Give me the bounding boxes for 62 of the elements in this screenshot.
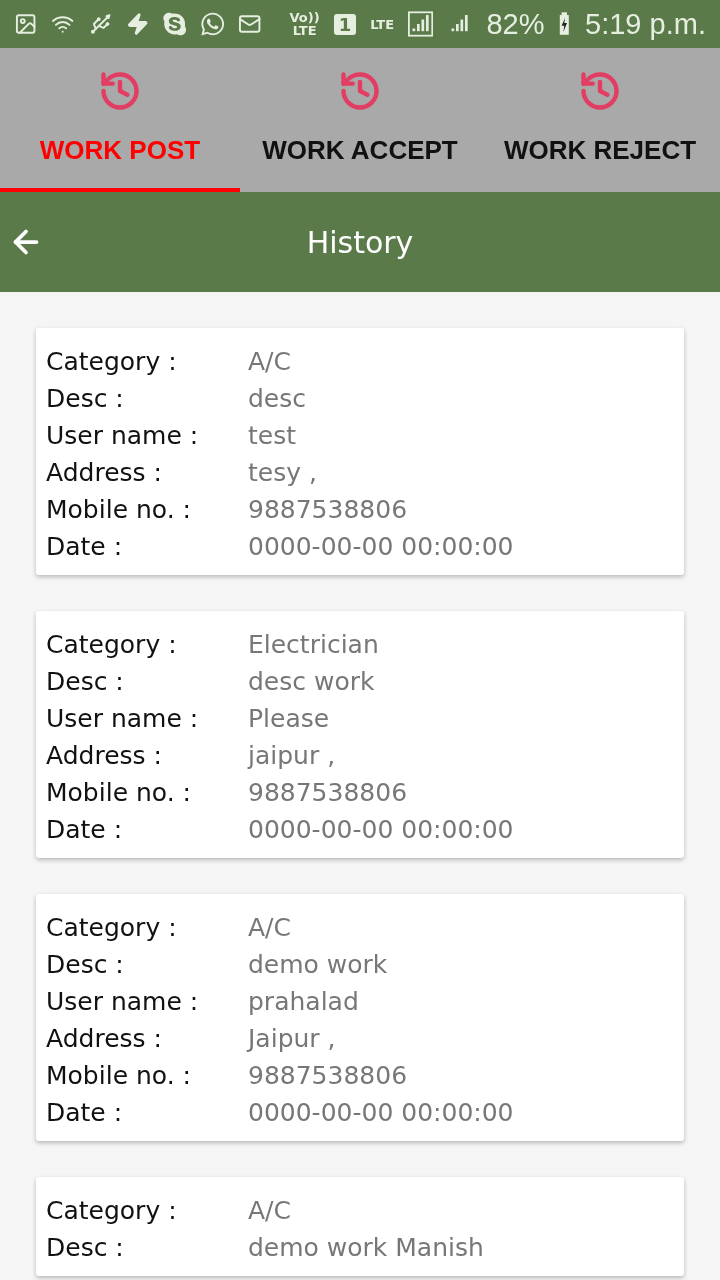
field-label: Address : (46, 1024, 163, 1053)
history-icon (338, 69, 382, 113)
image-icon (14, 11, 38, 37)
field-label: Desc : (46, 384, 125, 413)
field-value: desc work (248, 667, 375, 696)
field-value: 9887538806 (248, 495, 408, 524)
tab[interactable]: WORK REJECT (480, 48, 720, 192)
field-value: 0000-00-00 00:00:00 (248, 1098, 514, 1127)
toolbar-title: History (306, 224, 414, 260)
field-value: prahalad (248, 987, 359, 1016)
clock-time: 5:19 p.m. (585, 7, 706, 41)
field-value: A/C (248, 1196, 291, 1225)
skype-icon (163, 11, 187, 37)
field-label: Address : (46, 741, 163, 770)
field-value: 9887538806 (248, 778, 408, 807)
field-label: User name : (46, 704, 200, 733)
network-type: LTE (370, 17, 395, 31)
signal-icon (408, 10, 434, 38)
field-label: Address : (46, 458, 163, 487)
history-card[interactable]: Category : A/C Desc : demo work Manish (36, 1177, 684, 1276)
battery-percent: 82% (486, 7, 545, 41)
field-label: Date : (46, 1098, 124, 1127)
history-icon (578, 69, 622, 113)
field-label: Category : (46, 913, 178, 942)
field-label: Date : (46, 532, 124, 561)
field-value: desc (248, 384, 307, 413)
sim-indicator: 1 (333, 13, 357, 35)
field-value: test (248, 421, 296, 450)
field-label: Category : (46, 630, 178, 659)
whatsapp-icon (200, 11, 225, 37)
field-value: demo work (248, 950, 388, 979)
field-label: Category : (46, 347, 178, 376)
field-value: A/C (248, 913, 291, 942)
history-card[interactable]: Category : A/C Desc : desc User name : test Address : tesy , Mobile no. : 9887538806 Date : 0000-00-00 00:00:00 (36, 328, 684, 575)
field-label: Mobile no. : (46, 495, 192, 524)
usb-icon (88, 11, 113, 37)
field-label: User name : (46, 987, 200, 1016)
field-label: Mobile no. : (46, 778, 192, 807)
field-label: Desc : (46, 950, 125, 979)
field-label: Desc : (46, 1233, 125, 1262)
history-card[interactable]: Category : A/C Desc : demo work User name : prahalad Address : Jaipur , Mobile no. : 9887538806 Date : 0000-00-00 00:00:00 (36, 894, 684, 1141)
field-value: 0000-00-00 00:00:00 (248, 815, 514, 844)
field-label: Desc : (46, 667, 125, 696)
field-value: 0000-00-00 00:00:00 (248, 532, 514, 561)
field-value: tesy , (248, 458, 317, 487)
field-value: A/C (248, 347, 291, 376)
history-card[interactable]: Category : Electrician Desc : desc work User name : Please Address : jaipur , Mobile no. : 9887538806 Date : 0000-00-00 00:00:00 (36, 611, 684, 858)
field-label: User name : (46, 421, 200, 450)
field-value: Jaipur , (248, 1024, 336, 1053)
field-label: Date : (46, 815, 124, 844)
field-value: demo work Manish (248, 1233, 484, 1262)
field-value: 9887538806 (248, 1061, 408, 1090)
field-label: Mobile no. : (46, 1061, 192, 1090)
field-value: Electrician (248, 630, 379, 659)
field-value: Please (248, 704, 330, 733)
tab[interactable]: WORK ACCEPT (240, 48, 480, 192)
flash-icon (126, 11, 150, 37)
volte-indicator: Vo)) LTE (289, 11, 320, 37)
field-value: jaipur , (248, 741, 336, 770)
history-icon (98, 69, 142, 113)
battery-charging-icon (558, 11, 572, 37)
field-label: Category : (46, 1196, 178, 1225)
